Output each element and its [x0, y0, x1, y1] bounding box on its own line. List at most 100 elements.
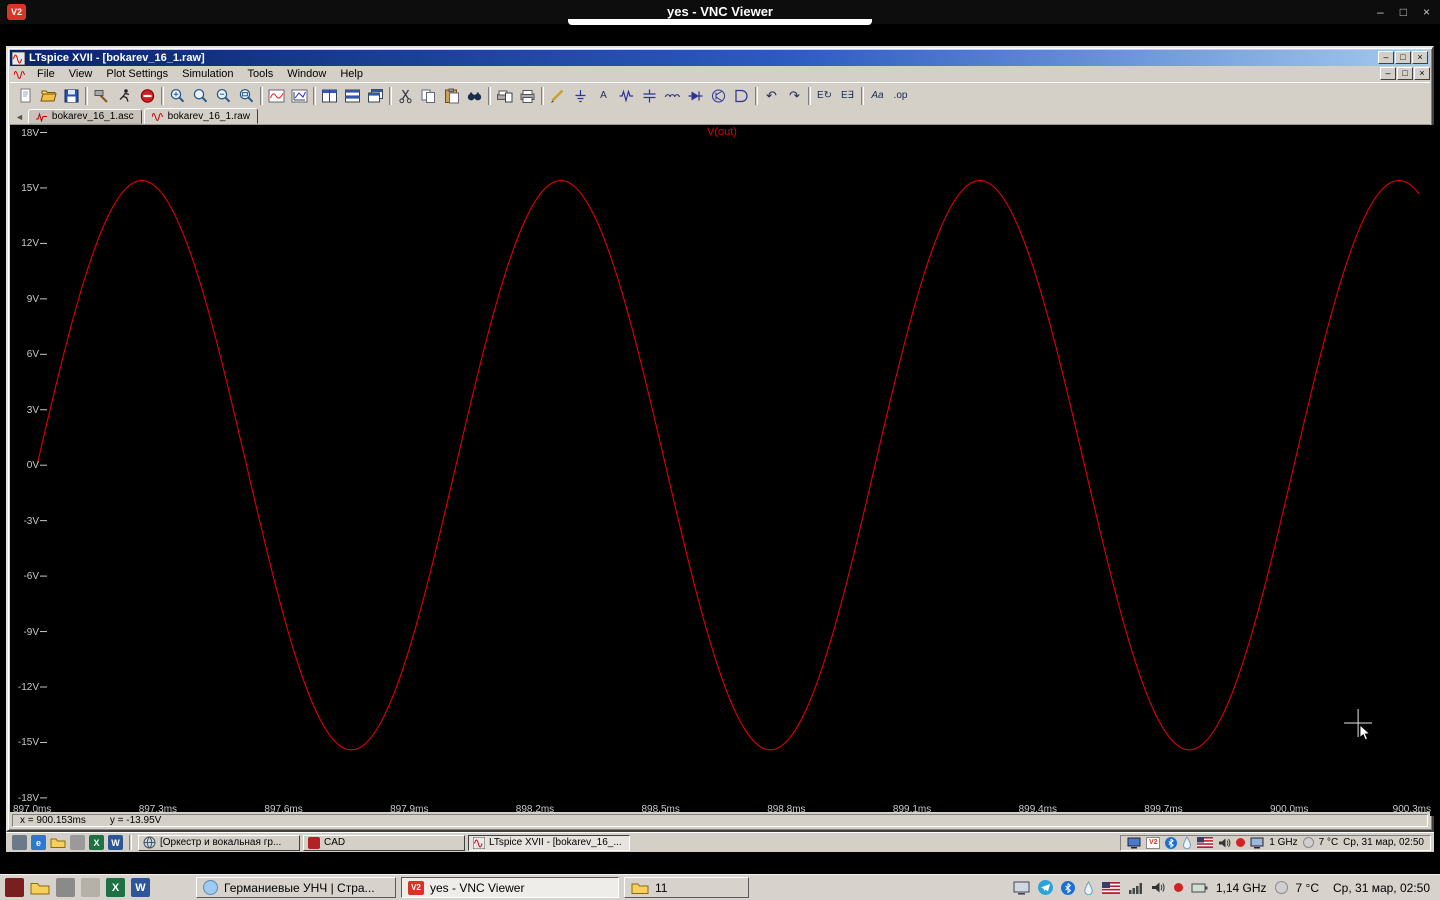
- host-us-flag-icon[interactable]: [1101, 881, 1120, 894]
- host-task-vnc[interactable]: V2 yes - VNC Viewer: [401, 877, 619, 898]
- menu-simulation[interactable]: Simulation: [175, 67, 240, 81]
- resistor-icon[interactable]: [615, 86, 638, 106]
- remote-task-browser[interactable]: [Оркестр и вокальная гр...: [138, 834, 300, 851]
- inductor-icon[interactable]: [661, 86, 684, 106]
- menu-help[interactable]: Help: [333, 67, 370, 81]
- tile-vertical-icon[interactable]: [318, 86, 341, 106]
- host-water-drop-icon[interactable]: [1083, 880, 1094, 895]
- print-preview-icon[interactable]: [493, 86, 516, 106]
- host-display-icon[interactable]: [1013, 881, 1030, 895]
- y-tick-label: 12V: [21, 238, 39, 250]
- open-file-icon[interactable]: [37, 86, 60, 106]
- undo-icon[interactable]: ↶: [760, 86, 783, 106]
- host-file-manager-icon[interactable]: [30, 880, 50, 896]
- menu-tools[interactable]: Tools: [241, 67, 281, 81]
- file-explorer-icon[interactable]: [50, 836, 66, 849]
- halt-icon[interactable]: [136, 86, 159, 106]
- host-task-folder[interactable]: 11: [624, 877, 749, 898]
- weather-icon[interactable]: [1302, 837, 1314, 848]
- redo-icon[interactable]: ↷: [783, 86, 806, 106]
- ltspice-app-icon[interactable]: [12, 51, 25, 65]
- battery-icon[interactable]: [1191, 882, 1208, 894]
- host-terminal-icon[interactable]: [56, 878, 75, 897]
- menu-file[interactable]: File: [30, 67, 62, 81]
- mdi-restore-button[interactable]: □: [1397, 67, 1413, 80]
- ltspice-minimize-button[interactable]: –: [1378, 51, 1394, 64]
- show-desktop-icon[interactable]: [12, 835, 27, 850]
- vnc-close-button[interactable]: ×: [1423, 5, 1430, 19]
- applications-menu-icon[interactable]: [5, 878, 24, 897]
- mdi-child-icon[interactable]: [14, 69, 26, 80]
- host-weather-icon[interactable]: [1274, 881, 1288, 894]
- bluetooth-icon[interactable]: [1165, 836, 1178, 849]
- find-icon[interactable]: [463, 86, 486, 106]
- ltspice-close-button[interactable]: ×: [1412, 51, 1428, 64]
- tab-scroll-left-button[interactable]: ◄: [13, 112, 26, 124]
- menu-window[interactable]: Window: [280, 67, 333, 81]
- host-window-icon[interactable]: [81, 878, 100, 897]
- excel-icon[interactable]: X: [89, 835, 104, 850]
- remote-task-ltspice[interactable]: LTspice XVII - [bokarev_16_...: [468, 834, 630, 851]
- internet-explorer-icon[interactable]: e: [31, 835, 46, 850]
- host-excel-icon[interactable]: X: [106, 878, 125, 897]
- display-icon[interactable]: [1127, 837, 1141, 849]
- ltspice-restore-button[interactable]: □: [1395, 51, 1411, 64]
- paste-icon[interactable]: [440, 86, 463, 106]
- host-bluetooth-icon[interactable]: [1060, 880, 1075, 895]
- zoom-in-icon[interactable]: [166, 86, 189, 106]
- component-icon[interactable]: [730, 86, 753, 106]
- telegram-icon[interactable]: [1037, 880, 1053, 895]
- vnc-maximize-button[interactable]: □: [1400, 5, 1407, 19]
- spice-directive-icon[interactable]: .op: [889, 86, 912, 106]
- tab-schematic[interactable]: bokarev_16_1.asc: [27, 109, 142, 124]
- vnc-toolbar-tab[interactable]: [568, 19, 872, 25]
- menu-view[interactable]: View: [62, 67, 100, 81]
- monitor-tray-icon[interactable]: [1250, 837, 1264, 849]
- zoom-full-extents-icon[interactable]: [235, 86, 258, 106]
- net-label-icon[interactable]: A: [592, 86, 615, 106]
- tile-horizontal-icon[interactable]: [341, 86, 364, 106]
- zoom-out-icon[interactable]: [212, 86, 235, 106]
- run-icon[interactable]: [113, 86, 136, 106]
- app-shortcut-icon[interactable]: [70, 835, 85, 850]
- autorange-y-axis-icon[interactable]: [265, 86, 288, 106]
- remote-task-cad[interactable]: CAD: [303, 834, 465, 851]
- waveform-canvas[interactable]: [10, 125, 1434, 816]
- tab-waveform[interactable]: bokarev_16_1.raw: [143, 108, 258, 124]
- rotate-icon[interactable]: E↻: [813, 86, 836, 106]
- cascade-windows-icon[interactable]: [364, 86, 387, 106]
- control-panel-icon[interactable]: [90, 86, 113, 106]
- alert-dot-icon[interactable]: [1236, 838, 1246, 847]
- vnc-minimize-button[interactable]: –: [1377, 5, 1384, 19]
- ground-icon[interactable]: [569, 86, 592, 106]
- plot-settings-icon[interactable]: [288, 86, 311, 106]
- draw-wire-icon[interactable]: [546, 86, 569, 106]
- cut-icon[interactable]: [394, 86, 417, 106]
- mirror-icon[interactable]: E∃: [836, 86, 859, 106]
- print-icon[interactable]: [516, 86, 539, 106]
- ltspice-titlebar[interactable]: LTspice XVII - [bokarev_16_1.raw] – □ ×: [10, 50, 1430, 66]
- waveform-plot-pane[interactable]: V(out) 18V 15V 12V 9V 6V 3V 0V -3V -6V -9V -12V -15…: [10, 125, 1434, 816]
- host-alert-dot-icon[interactable]: [1173, 883, 1183, 892]
- signal-strength-icon[interactable]: [1128, 882, 1143, 894]
- host-task-browser[interactable]: Германиевые УНЧ | Стра...: [196, 877, 396, 898]
- water-drop-icon[interactable]: [1182, 836, 1192, 849]
- mdi-minimize-button[interactable]: –: [1380, 67, 1396, 80]
- text-icon[interactable]: Aa: [866, 86, 889, 106]
- new-schematic-icon[interactable]: [14, 86, 37, 106]
- save-icon[interactable]: [60, 86, 83, 106]
- us-flag-icon[interactable]: [1197, 837, 1214, 848]
- menu-plot-settings[interactable]: Plot Settings: [99, 67, 175, 81]
- volume-icon[interactable]: [1218, 837, 1231, 849]
- zoom-back-icon[interactable]: [189, 86, 212, 106]
- mdi-close-button[interactable]: ×: [1414, 67, 1430, 80]
- copy-icon[interactable]: [417, 86, 440, 106]
- word-icon[interactable]: W: [108, 835, 123, 850]
- bipolar-transistor-icon[interactable]: [707, 86, 730, 106]
- trace-label[interactable]: V(out): [707, 126, 737, 138]
- host-volume-icon[interactable]: [1151, 881, 1166, 894]
- host-word-icon[interactable]: W: [131, 878, 150, 897]
- vnc-tray-icon[interactable]: V2: [1146, 836, 1161, 849]
- capacitor-icon[interactable]: [638, 86, 661, 106]
- diode-icon[interactable]: [684, 86, 707, 106]
